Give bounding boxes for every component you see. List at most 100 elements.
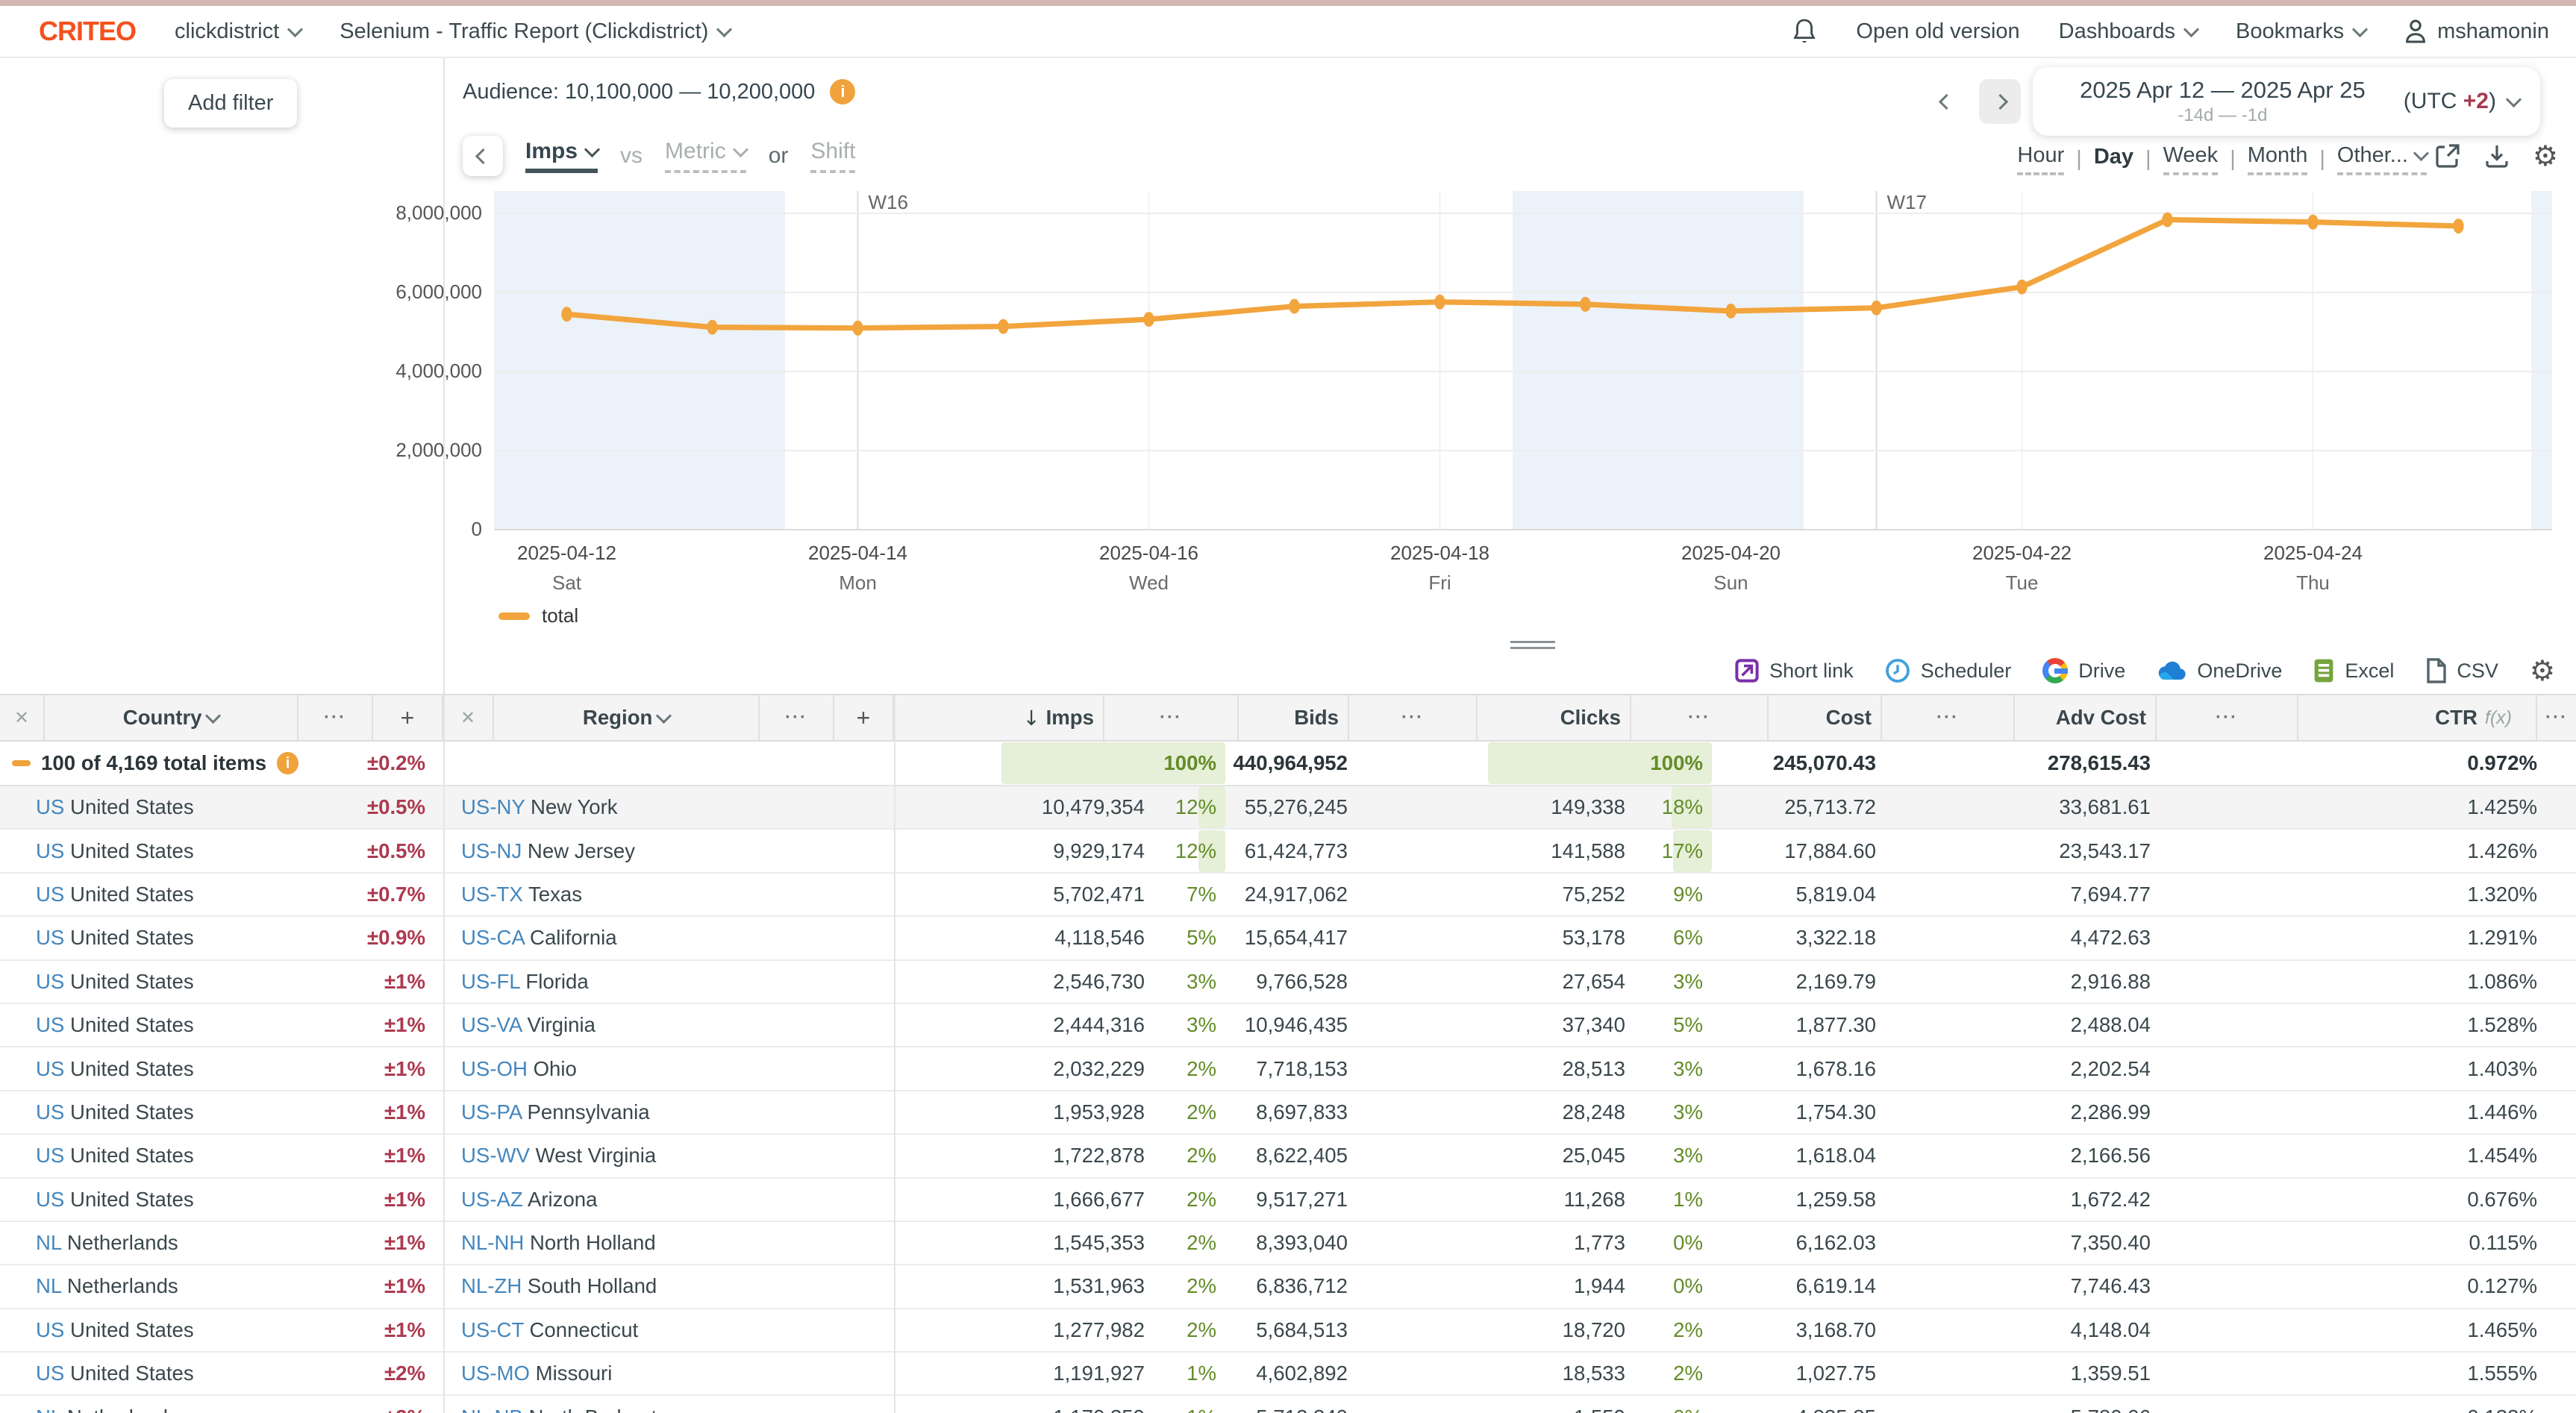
column-header-bids[interactable]: Bids: [1239, 695, 1349, 740]
add-country-dimension-icon[interactable]: +: [401, 704, 415, 732]
adv-cost-column-menu-icon[interactable]: ···: [2216, 707, 2238, 728]
country-code-link[interactable]: US: [36, 1362, 64, 1385]
granularity-day[interactable]: Day: [2094, 145, 2133, 174]
granularity-month[interactable]: Month: [2248, 143, 2308, 175]
country-code-link[interactable]: NL: [36, 1406, 61, 1413]
country-code-link[interactable]: US: [36, 1057, 64, 1080]
column-header-adv-cost[interactable]: Adv Cost: [2015, 695, 2157, 740]
column-header-clicks[interactable]: Clicks: [1478, 695, 1631, 740]
cost-column-menu-icon[interactable]: ···: [1936, 707, 1959, 728]
imps-column-menu-icon[interactable]: ···: [1160, 707, 1182, 728]
region-code-link[interactable]: US-WV: [461, 1144, 530, 1167]
country-code-link[interactable]: NL: [36, 1274, 61, 1297]
report-selector[interactable]: Selenium - Traffic Report (Clickdistrict…: [340, 19, 730, 44]
region-code-link[interactable]: NL-NH: [461, 1231, 524, 1254]
user-menu[interactable]: mshamonin: [2404, 19, 2549, 44]
table-settings-gear-icon[interactable]: ⚙: [2530, 657, 2555, 685]
region-code-link[interactable]: US-AZ: [461, 1188, 523, 1211]
date-prev-button[interactable]: [1925, 79, 1967, 124]
download-chart-icon[interactable]: [2483, 142, 2510, 169]
date-range-picker[interactable]: 2025 Apr 12 — 2025 Apr 25 -14d — -1d (UT…: [2033, 67, 2540, 136]
export-onedrive-button[interactable]: OneDrive: [2157, 659, 2282, 683]
short-link-button[interactable]: Short link: [1735, 659, 1854, 683]
bookmarks-menu[interactable]: Bookmarks: [2236, 19, 2366, 44]
region-code-link[interactable]: US-CA: [461, 926, 524, 949]
table-row[interactable]: US United States±1%US-WV West Virginia1,…: [0, 1135, 2576, 1178]
region-column-menu-icon[interactable]: ···: [785, 707, 807, 728]
region-code-link[interactable]: US-PA: [461, 1100, 522, 1124]
table-row[interactable]: US United States±1%US-PA Pennsylvania1,9…: [0, 1091, 2576, 1135]
country-code-link[interactable]: US: [36, 795, 64, 818]
region-code-link[interactable]: US-NY: [461, 795, 525, 818]
remove-country-column-icon[interactable]: ✕: [14, 707, 29, 728]
bids-column-menu-icon[interactable]: ···: [1401, 707, 1424, 728]
export-csv-button[interactable]: CSV: [2425, 658, 2498, 683]
export-excel-button[interactable]: Excel: [2313, 658, 2394, 683]
region-code-link[interactable]: NL-ZH: [461, 1274, 522, 1297]
primary-metric-selector[interactable]: Imps: [525, 139, 598, 173]
region-code-link[interactable]: US-MO: [461, 1362, 530, 1385]
table-row[interactable]: US United States±2%US-MO Missouri1,191,9…: [0, 1353, 2576, 1396]
notifications-bell-icon[interactable]: [1792, 18, 1817, 45]
table-row[interactable]: US United States±1%US-VA Virginia2,444,3…: [0, 1004, 2576, 1047]
granularity-hour[interactable]: Hour: [2017, 143, 2064, 175]
column-header-country[interactable]: Country: [45, 695, 298, 740]
ctr-column-menu-icon[interactable]: ···: [2545, 707, 2568, 728]
granularity-week[interactable]: Week: [2163, 143, 2219, 175]
cost-cell: 6,619.14: [1712, 1274, 1882, 1298]
region-code-link[interactable]: US-CT: [461, 1318, 524, 1341]
audience-info-icon[interactable]: i: [830, 79, 855, 104]
column-header-cost[interactable]: Cost: [1769, 695, 1882, 740]
date-next-button[interactable]: [1979, 79, 2021, 124]
remove-region-column-icon[interactable]: ✕: [460, 707, 475, 728]
table-row[interactable]: US United States±1%US-OH Ohio2,032,2292%…: [0, 1047, 2576, 1091]
country-code-link[interactable]: US: [36, 970, 64, 993]
country-code-link[interactable]: NL: [36, 1231, 61, 1254]
metric-back-button[interactable]: [463, 136, 503, 176]
table-row[interactable]: NL Netherlands±2%NL-NB North Brabant1,17…: [0, 1396, 2576, 1413]
country-code-link[interactable]: US: [36, 1188, 64, 1211]
region-code-link[interactable]: US-FL: [461, 970, 520, 993]
add-filter-button[interactable]: Add filter: [164, 79, 297, 128]
traffic-line-chart[interactable]: W16W1702,000,0004,000,0006,000,0008,000,…: [494, 191, 2552, 530]
table-row[interactable]: US United States±0.5%US-NJ New Jersey9,9…: [0, 830, 2576, 873]
shift-selector[interactable]: Shift: [810, 139, 855, 173]
open-old-version-link[interactable]: Open old version: [1856, 19, 2019, 44]
column-header-ctr[interactable]: CTRf(x): [2298, 695, 2537, 740]
open-chart-external-icon[interactable]: [2434, 142, 2461, 169]
table-row[interactable]: US United States±0.9%US-CA California4,1…: [0, 917, 2576, 960]
granularity-other[interactable]: Other...: [2337, 143, 2427, 175]
table-row[interactable]: US United States±1%US-FL Florida2,546,73…: [0, 961, 2576, 1004]
region-code-link[interactable]: US-NJ: [461, 839, 522, 862]
country-code-link[interactable]: US: [36, 839, 64, 862]
country-code-link[interactable]: US: [36, 1100, 64, 1124]
table-row[interactable]: NL Netherlands±1%NL-ZH South Holland1,53…: [0, 1265, 2576, 1309]
country-code-link[interactable]: US: [36, 883, 64, 906]
region-code-link[interactable]: US-VA: [461, 1013, 522, 1036]
country-column-menu-icon[interactable]: ···: [324, 707, 346, 728]
column-header-region[interactable]: Region: [494, 695, 760, 740]
country-code-link[interactable]: US: [36, 1144, 64, 1167]
table-row[interactable]: US United States±1%US-CT Connecticut1,27…: [0, 1309, 2576, 1353]
region-code-link[interactable]: US-TX: [461, 883, 523, 906]
country-code-link[interactable]: US: [36, 1013, 64, 1036]
clicks-column-menu-icon[interactable]: ···: [1688, 707, 1710, 728]
table-row[interactable]: NL Netherlands±1%NL-NH North Holland1,54…: [0, 1222, 2576, 1265]
panel-resize-handle[interactable]: [1510, 637, 1555, 653]
country-code-link[interactable]: US: [36, 926, 64, 949]
add-region-dimension-icon[interactable]: +: [857, 704, 871, 732]
chart-settings-gear-icon[interactable]: ⚙: [2533, 142, 2558, 170]
dashboards-menu[interactable]: Dashboards: [2059, 19, 2197, 44]
region-code-link[interactable]: US-OH: [461, 1057, 528, 1080]
compare-metric-selector[interactable]: Metric: [665, 139, 746, 173]
column-header-imps[interactable]: ↓Imps: [894, 695, 1104, 740]
region-code-link[interactable]: NL-NB: [461, 1406, 523, 1413]
table-row[interactable]: US United States±0.5%US-NY New York10,47…: [0, 786, 2576, 830]
export-drive-button[interactable]: Drive: [2042, 658, 2125, 683]
country-code-link[interactable]: US: [36, 1318, 64, 1341]
table-row[interactable]: US United States±1%US-AZ Arizona1,666,67…: [0, 1179, 2576, 1222]
table-row[interactable]: US United States±0.7%US-TX Texas5,702,47…: [0, 874, 2576, 917]
account-selector[interactable]: clickdistrict: [175, 19, 301, 44]
summary-info-icon[interactable]: i: [277, 752, 298, 774]
scheduler-button[interactable]: Scheduler: [1885, 658, 2012, 683]
